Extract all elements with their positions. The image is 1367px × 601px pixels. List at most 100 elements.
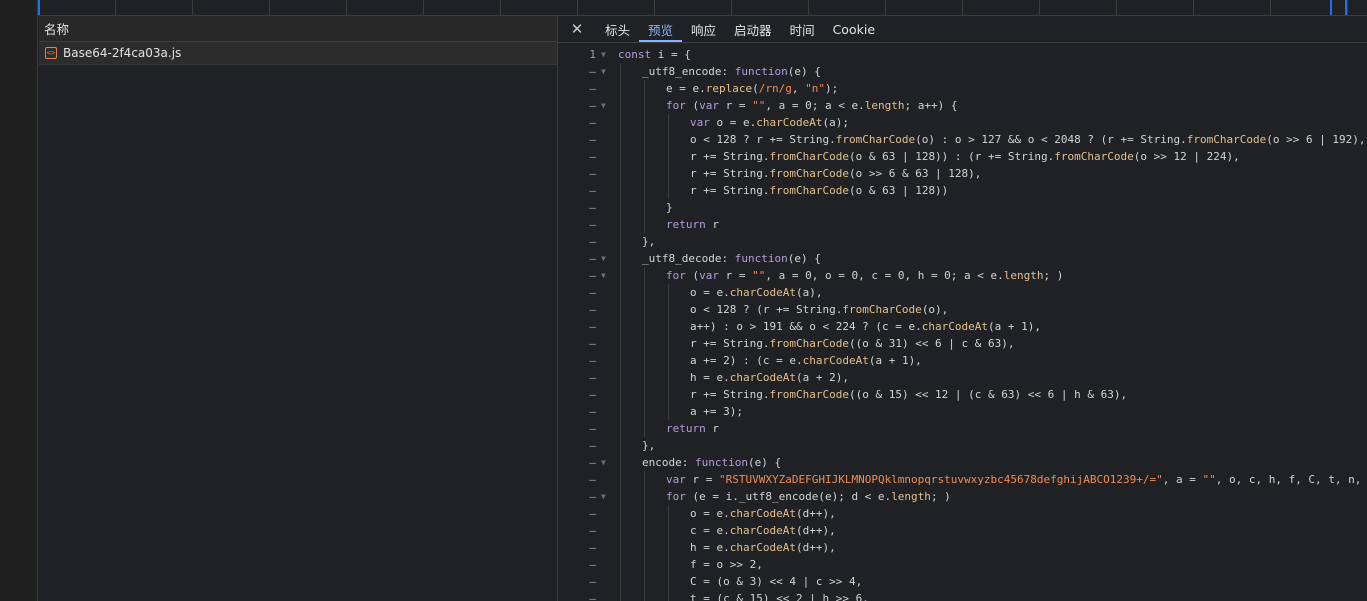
fold-arrow-icon[interactable]: ▼ — [601, 488, 606, 505]
code-preview[interactable]: 1 ▼ const i = {– ▼ _utf8_encode: function(e)… — [558, 43, 1367, 601]
code-token: ((o & 31) << 6 | c & 63), — [848, 337, 1015, 350]
fold-arrow-icon[interactable]: ▼ — [601, 46, 606, 63]
code-line: – a += 3); — [558, 403, 1367, 420]
indent-guide — [668, 352, 669, 369]
code-text: const i = { — [618, 46, 691, 63]
line-number: – — [589, 269, 596, 282]
code-text: o < 128 ? r += String.fromCharCode(o) : … — [690, 131, 1366, 148]
code-token: for — [666, 490, 686, 503]
code-token: ; ) — [930, 490, 951, 503]
code-token: , a = 0, o = 0, c = 0, h = 0; a < e. — [765, 269, 1004, 282]
tab-preview[interactable]: 预览 — [639, 16, 683, 42]
indent-guide — [620, 114, 621, 131]
code-token: , o, c, h, f, C, t, n, d = 0; — [1215, 473, 1362, 486]
code-token: (o >> 6 & 63 | 128), — [848, 167, 982, 180]
tab-initiator[interactable]: 启动器 — [725, 16, 781, 42]
fold-arrow-icon[interactable]: ▼ — [601, 250, 606, 267]
indent-guide — [620, 216, 621, 233]
indent-guide — [668, 573, 669, 590]
name-column-label: 名称 — [44, 22, 70, 37]
indent-guide — [620, 352, 621, 369]
indent-guide — [644, 335, 645, 352]
network-timeline-strip[interactable] — [38, 0, 1367, 16]
code-text: a++) : o > 191 && o < 224 ? (c = e.charC… — [690, 318, 1041, 335]
tab-cookies[interactable]: Cookie — [824, 16, 884, 42]
code-text: o = e.charCodeAt(a), — [690, 284, 822, 301]
timeline-tick — [269, 0, 270, 15]
code-token: ( — [752, 82, 759, 95]
indent-guide — [668, 131, 669, 148]
code-text: e = e.replace(/rn/g, "n"); — [666, 80, 838, 97]
code-token: (e) { — [787, 65, 821, 78]
code-token: (a + 1), — [868, 354, 922, 367]
code-token: length — [1003, 269, 1044, 282]
timeline-tick — [731, 0, 732, 15]
tab-response[interactable]: 响应 — [682, 16, 725, 42]
code-text: a += 3); — [690, 403, 743, 420]
tab-headers[interactable]: 标头 — [596, 16, 639, 42]
line-number: – — [589, 218, 596, 231]
indent-guide — [620, 471, 621, 488]
indent-guide — [644, 488, 645, 505]
code-token: r += String. — [690, 388, 770, 401]
code-line: – var r = "RSTUVWXYZaDEFGHIJKLMNOPQklmnop… — [558, 471, 1367, 488]
code-token: a += 3); — [690, 405, 743, 418]
indent-guide — [668, 318, 669, 335]
code-token: ((o & 15) << 12 | (c & 63) << 6 | h & 63… — [848, 388, 1128, 401]
code-text: return r — [666, 216, 719, 233]
fold-arrow-icon[interactable]: ▼ — [601, 63, 606, 80]
indent-guide — [644, 386, 645, 403]
code-token: c = e. — [690, 524, 730, 537]
close-icon[interactable]: ✕ — [558, 16, 596, 42]
code-token: (o >> 6 | 192), — [1266, 133, 1366, 146]
request-row[interactable]: <> Base64-2f4ca03a.js — [39, 42, 557, 65]
line-number: – — [589, 286, 596, 299]
indent-guide — [644, 522, 645, 539]
code-token: }, — [642, 235, 656, 248]
code-line: – c = e.charCodeAt(d++), — [558, 522, 1367, 539]
code-token: (o) : o > 127 && o < 2048 ? (r += String… — [915, 133, 1187, 146]
fold-arrow-icon[interactable]: ▼ — [601, 97, 606, 114]
indent-guide — [620, 454, 621, 471]
code-text: h = e.charCodeAt(a + 2), — [690, 369, 849, 386]
indent-guide — [644, 505, 645, 522]
left-gutter-edge — [37, 0, 38, 601]
line-number: – — [589, 116, 596, 129]
indent-guide — [644, 369, 645, 386]
line-number: – — [589, 184, 596, 197]
code-token: r += String. — [690, 337, 770, 350]
code-token: (a), — [795, 286, 823, 299]
indent-guide — [644, 216, 645, 233]
code-token: (a + 2), — [795, 371, 849, 384]
timeline-tick — [115, 0, 116, 15]
timeline-tick — [654, 0, 655, 15]
code-token: var — [699, 99, 719, 112]
line-number: – — [589, 388, 596, 401]
fold-arrow-icon[interactable]: ▼ — [601, 267, 606, 284]
indent-guide — [644, 573, 645, 590]
code-text: for (var r = "", a = 0; a < e.length; a+… — [666, 97, 957, 114]
indent-guide — [668, 284, 669, 301]
line-number: – — [589, 405, 596, 418]
indent-guide — [620, 97, 621, 114]
indent-guide — [620, 539, 621, 556]
code-token: "" — [752, 269, 766, 282]
code-text: r += String.fromCharCode((o & 15) << 12 … — [690, 386, 1127, 403]
code-token: ); — [824, 82, 839, 95]
line-number: – — [589, 439, 596, 452]
code-token: f = o >> 2, — [690, 558, 763, 571]
fold-arrow-icon[interactable]: ▼ — [601, 454, 606, 471]
code-text: _utf8_decode: function(e) { — [642, 250, 821, 267]
code-line: – o < 128 ? r += String.fromCharCode(o) :… — [558, 131, 1367, 148]
indent-guide — [620, 556, 621, 573]
tab-timing[interactable]: 时间 — [781, 16, 824, 42]
code-line: – r += String.fromCharCode(o >> 6 & 63 | … — [558, 165, 1367, 182]
name-column-header[interactable]: 名称 — [39, 16, 557, 42]
code-line: – ▼ _utf8_encode: function(e) { — [558, 63, 1367, 80]
indent-guide — [668, 114, 669, 131]
code-line: – e = e.replace(/rn/g, "n"); — [558, 80, 1367, 97]
indent-guide — [620, 80, 621, 97]
timeline-tick — [1116, 0, 1117, 15]
indent-guide — [644, 267, 645, 284]
code-token: (d++), — [795, 524, 836, 537]
